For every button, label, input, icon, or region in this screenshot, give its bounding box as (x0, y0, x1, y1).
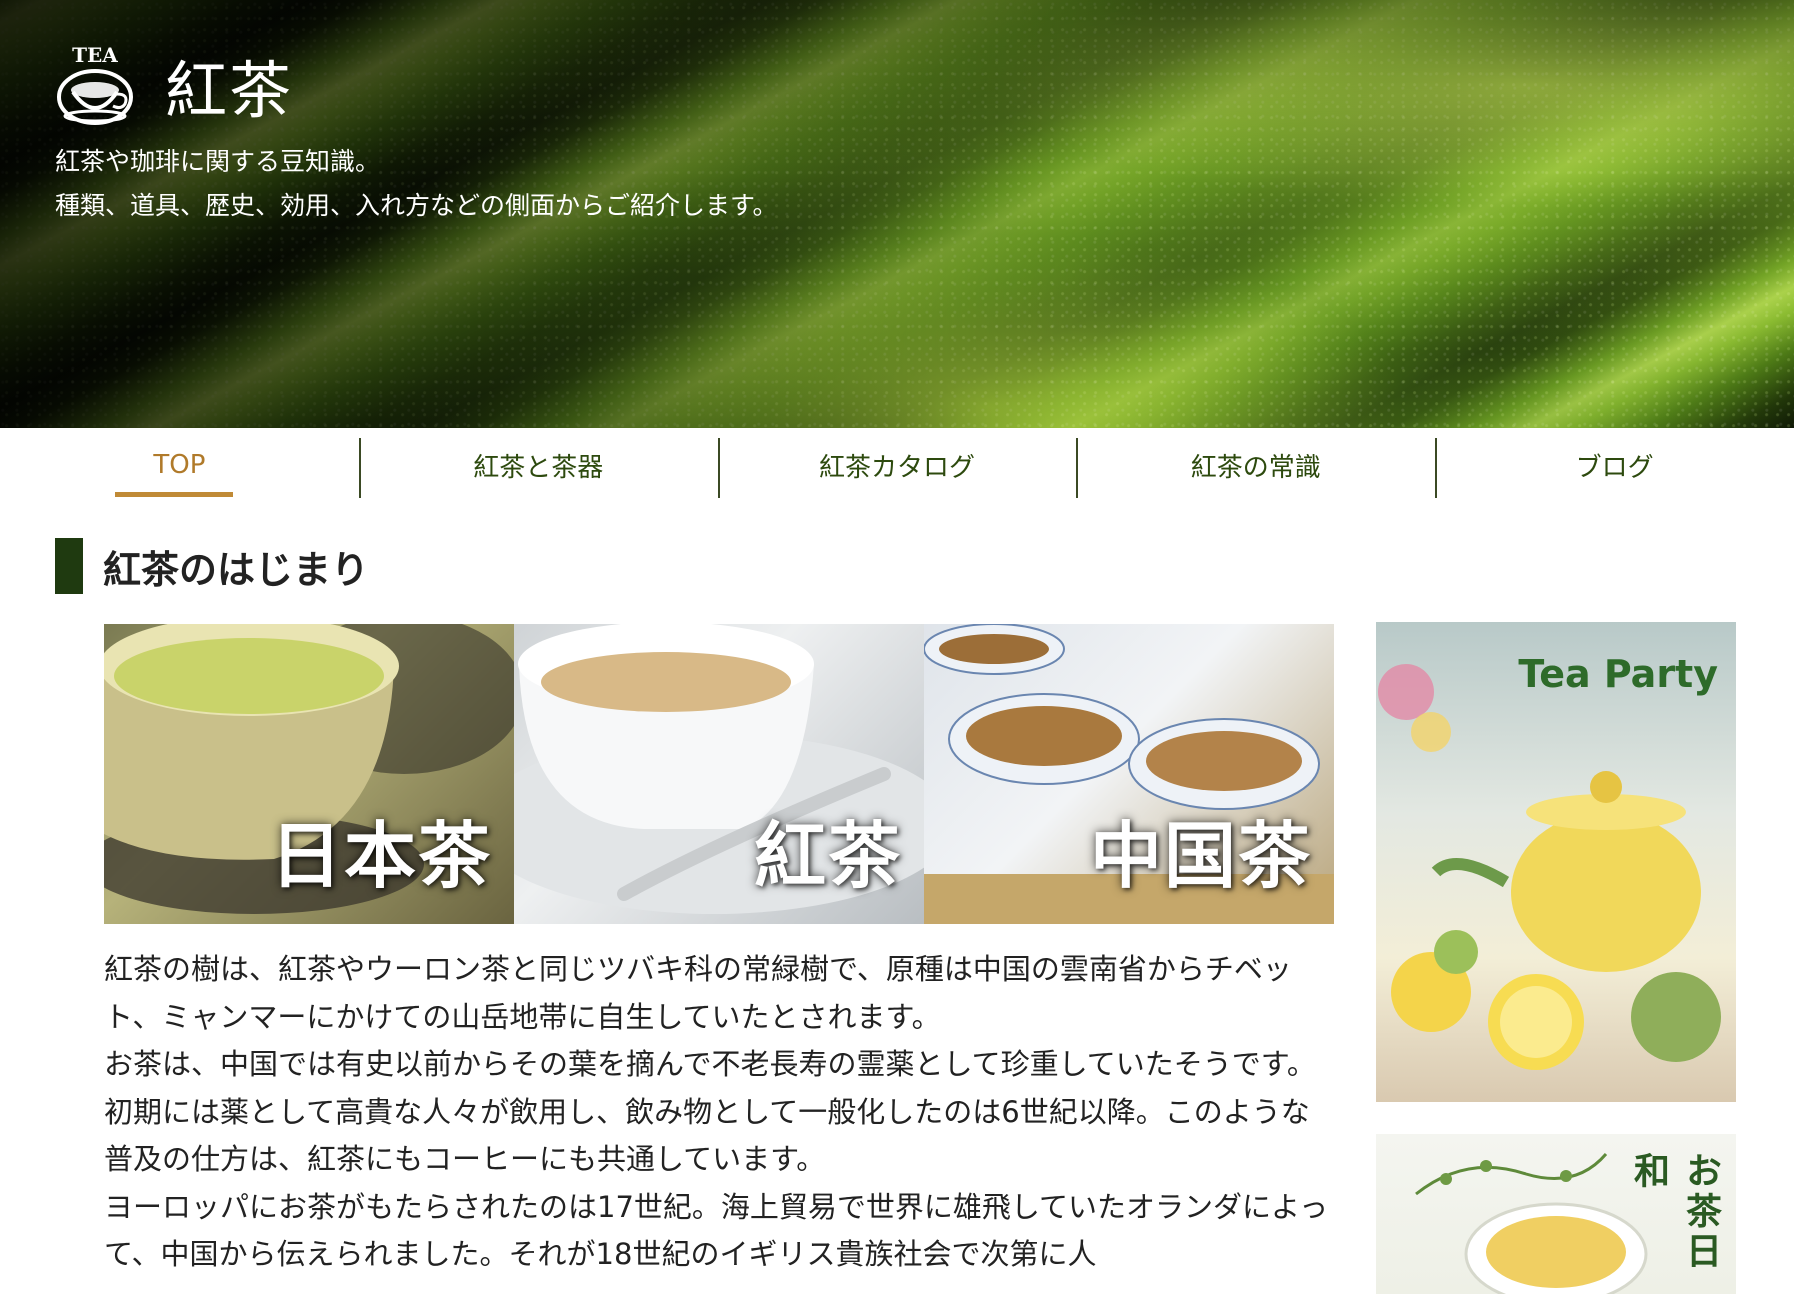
nav-item-label: TOP (153, 450, 206, 480)
nav-item-tea-basics[interactable]: 紅茶の常識 (1076, 428, 1435, 502)
logo-text: TEA (72, 43, 118, 67)
paragraph: お茶は、中国では有史以前からその葉を摘んで不老長寿の霊薬として珍重していたそうで… (104, 1047, 1316, 1176)
nav-item-label: 紅茶カタログ (818, 452, 975, 483)
nav-item-tea-catalog[interactable]: 紅茶カタログ (717, 428, 1077, 502)
japanese-tea-image[interactable]: 日本茶 (104, 624, 514, 924)
heading-bar (55, 538, 83, 594)
tea-type-images: 日本茶 紅茶 中国茶 (104, 624, 1334, 924)
nav-item-label: 紅茶の常識 (1190, 452, 1321, 483)
active-underline (115, 492, 233, 497)
nav-item-blog[interactable]: ブログ (1435, 428, 1794, 502)
tagline: 紅茶や珈琲に関する豆知識。 種類、道具、歴史、効用、入れ方などの側面からご紹介し… (55, 140, 778, 228)
tagline-line-1: 紅茶や珈琲に関する豆知識。 (55, 147, 381, 176)
tea-image-label: 紅茶 (753, 813, 902, 898)
ocha-biyori-banner[interactable]: お茶日和 (1376, 1134, 1736, 1294)
nav-item-top[interactable]: TOP (0, 428, 359, 502)
tagline-line-2: 種類、道具、歴史、効用、入れ方などの側面からご紹介します。 (55, 191, 778, 220)
chinese-tea-image[interactable]: 中国茶 (924, 624, 1334, 924)
tea-image-label: 中国茶 (1089, 813, 1312, 898)
site-title[interactable]: 紅茶 (165, 40, 293, 130)
banner-title: Tea Party (1518, 652, 1718, 696)
section-heading: 紅茶のはじまり (55, 538, 369, 594)
nav-item-label: ブログ (1575, 452, 1654, 483)
section-title: 紅茶のはじまり (103, 547, 370, 592)
paragraph: 紅茶の樹は、紅茶やウーロン茶と同じツバキ科の常緑樹で、原種は中国の雲南省からチベ… (104, 952, 1292, 1034)
article-body: 紅茶の樹は、紅茶やウーロン茶と同じツバキ科の常緑樹で、原種は中国の雲南省からチベ… (104, 946, 1336, 1279)
hero-content: TEA 紅茶 紅茶や珈琲に関する豆知識。 種類、道具、歴史、効用、入れ方などの側… (55, 40, 778, 228)
banner-title: お茶日和 (1628, 1152, 1721, 1272)
paragraph: ヨーロッパにお茶がもたらされたのは17世紀。海上貿易で世界に雄飛していたオランダ… (104, 1189, 1329, 1272)
tea-image-label: 日本茶 (269, 813, 492, 898)
nav-item-label: 紅茶と茶器 (473, 452, 604, 483)
tea-party-banner[interactable]: Tea Party (1376, 622, 1736, 1102)
teacup-logo-icon[interactable]: TEA (55, 42, 135, 128)
hero-banner: TEA 紅茶 紅茶や珈琲に関する豆知識。 種類、道具、歴史、効用、入れ方などの側… (0, 0, 1794, 428)
black-tea-image[interactable]: 紅茶 (514, 624, 924, 924)
logo-row[interactable]: TEA 紅茶 (55, 40, 778, 130)
nav-item-tea-and-teaware[interactable]: 紅茶と茶器 (358, 428, 718, 502)
main-nav: TOP 紅茶と茶器 紅茶カタログ 紅茶の常識 ブログ (0, 428, 1794, 502)
